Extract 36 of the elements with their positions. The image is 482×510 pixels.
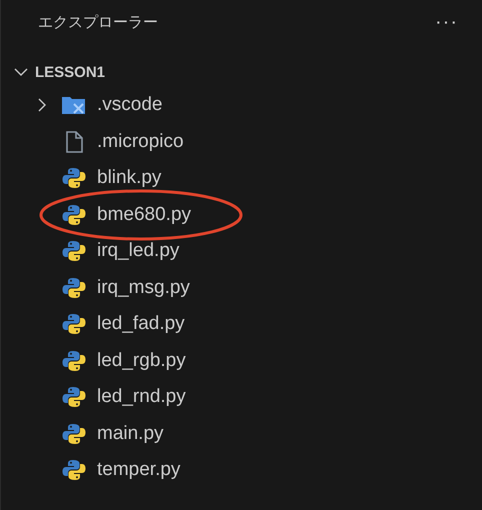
file-item[interactable]: temper.py bbox=[1, 452, 482, 488]
file-name: led_rnd.py bbox=[97, 386, 186, 408]
python-icon bbox=[61, 276, 87, 299]
file-name: temper.py bbox=[97, 459, 180, 482]
section-label: LESSON1 bbox=[35, 64, 106, 80]
file-name: .vscode bbox=[97, 94, 162, 116]
file-item[interactable]: led_fad.py bbox=[1, 306, 482, 342]
file-name: bme680.py bbox=[97, 204, 192, 226]
file-name: .micropico bbox=[97, 130, 184, 153]
python-icon bbox=[61, 167, 87, 190]
file-item[interactable]: led_rnd.py bbox=[1, 379, 482, 416]
python-icon bbox=[61, 386, 87, 408]
file-name: irq_msg.py bbox=[97, 276, 190, 299]
python-icon bbox=[61, 459, 87, 482]
file-item[interactable]: blink.py bbox=[1, 160, 482, 196]
section-header[interactable]: LESSON1 bbox=[1, 57, 482, 87]
python-icon bbox=[61, 313, 87, 336]
file-item[interactable]: irq_msg.py bbox=[1, 270, 482, 306]
file-item[interactable]: irq_led.py bbox=[1, 233, 482, 270]
python-icon bbox=[61, 240, 87, 262]
file-name: led_rgb.py bbox=[97, 350, 186, 372]
python-icon bbox=[61, 350, 87, 372]
file-item[interactable]: main.py bbox=[1, 416, 482, 452]
file-item[interactable]: .vscode bbox=[1, 87, 482, 124]
file-item[interactable]: .micropico bbox=[1, 124, 482, 160]
more-actions-button[interactable]: ··· bbox=[431, 10, 462, 34]
file-item[interactable]: led_rgb.py bbox=[1, 342, 482, 379]
panel-title: エクスプローラー bbox=[38, 12, 158, 32]
file-item[interactable]: bme680.py bbox=[1, 196, 482, 233]
file-name: blink.py bbox=[97, 167, 162, 190]
file-name: led_fad.py bbox=[97, 313, 185, 336]
file-name: main.py bbox=[97, 422, 164, 445]
python-icon bbox=[61, 422, 87, 445]
file-name: irq_led.py bbox=[97, 240, 180, 262]
python-icon bbox=[61, 204, 87, 226]
folder-icon bbox=[61, 95, 87, 116]
